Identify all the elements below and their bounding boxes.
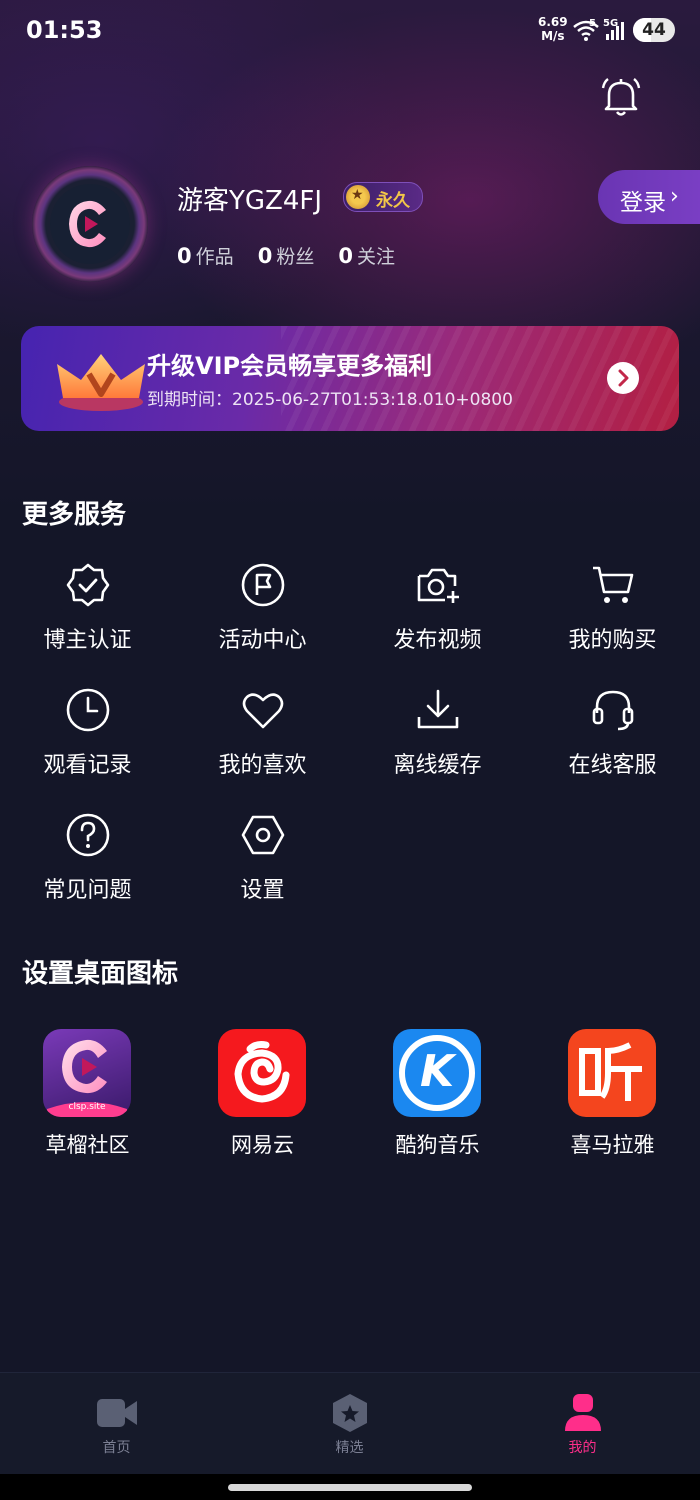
vip-expiry: 到期时间：2025-06-27T01:53:18.010+0800 xyxy=(147,390,513,410)
service-watch-history[interactable]: 观看记录 xyxy=(0,687,175,797)
service-label: 离线缓存 xyxy=(393,753,482,778)
tab-label: 首页 xyxy=(102,1440,131,1456)
login-label: 登录 xyxy=(620,190,666,216)
app-label: 喜马拉雅 xyxy=(570,1133,655,1157)
home-indicator[interactable] xyxy=(228,1484,472,1491)
app-option-ximalaya[interactable]: 喜马拉雅 xyxy=(525,1029,700,1169)
service-label: 设置 xyxy=(240,878,285,903)
app-option-netease[interactable]: 网易云 xyxy=(175,1029,350,1169)
tab-featured[interactable]: 精选 xyxy=(233,1373,466,1475)
follow-count: 0 xyxy=(338,244,353,268)
download-icon xyxy=(417,689,459,729)
person-icon xyxy=(565,1394,601,1431)
tab-label: 我的 xyxy=(568,1440,597,1456)
fans-stat[interactable]: 0 粉丝 xyxy=(257,244,315,268)
app-label: 网易云 xyxy=(231,1133,294,1157)
service-label: 我的购买 xyxy=(568,628,657,653)
avatar-inner xyxy=(50,184,130,264)
services-title: 更多服务 xyxy=(22,500,127,530)
app-label: 酷狗音乐 xyxy=(395,1133,480,1157)
crown-icon xyxy=(57,354,145,411)
network-speed: 6.69 M/s xyxy=(538,15,568,43)
vip-upgrade-banner[interactable]: 升级VIP会员畅享更多福利 到期时间：2025-06-27T01:53:18.0… xyxy=(21,326,679,431)
chevron-right-icon xyxy=(618,369,629,387)
service-blogger-verify[interactable]: 博主认证 xyxy=(0,562,175,672)
service-faq[interactable]: 常见问题 xyxy=(0,812,175,922)
vip-badge: 永久 xyxy=(343,182,423,212)
desktop-icons-title: 设置桌面图标 xyxy=(22,959,179,989)
tab-mine[interactable]: 我的 xyxy=(466,1373,699,1475)
service-my-likes[interactable]: 我的喜欢 xyxy=(175,687,350,797)
status-bar: 01:53 6.69 M/s 5 5G 44 xyxy=(0,0,700,64)
caoliu-app-icon: clsp.site xyxy=(43,1029,131,1117)
netease-logo xyxy=(234,1041,290,1103)
vip-badge-label: 永久 xyxy=(376,191,410,211)
clock-icon xyxy=(66,688,110,732)
video-camera-icon xyxy=(97,1399,137,1427)
username: 游客YGZ4FJ xyxy=(177,186,323,216)
heart-icon xyxy=(242,693,284,729)
login-button[interactable]: 登录 › xyxy=(598,170,700,224)
follow-stat[interactable]: 0 关注 xyxy=(338,244,396,268)
question-icon xyxy=(66,813,110,857)
profile-stats: 0 作品 0 粉丝 0 关注 xyxy=(177,242,413,269)
battery-level: 44 xyxy=(642,20,666,40)
app-logo-icon xyxy=(69,200,106,248)
service-label: 观看记录 xyxy=(43,753,132,778)
service-offline-cache[interactable]: 离线缓存 xyxy=(350,687,525,797)
bottom-tab-bar: 首页 精选 我的 xyxy=(0,1372,700,1475)
vip-banner-title: 升级VIP会员畅享更多福利 xyxy=(147,352,433,380)
follow-label: 关注 xyxy=(357,246,396,268)
tab-home[interactable]: 首页 xyxy=(0,1373,233,1475)
star-hex-icon xyxy=(333,1394,367,1432)
app-option-caoliu[interactable]: clsp.site 草榴社区 xyxy=(0,1029,175,1169)
notification-bell-icon[interactable] xyxy=(598,74,644,120)
kugou-letter: K xyxy=(419,1046,455,1097)
battery-indicator: 44 xyxy=(633,18,675,42)
works-count: 0 xyxy=(177,244,192,268)
avatar[interactable] xyxy=(32,166,148,282)
app-option-kugou[interactable]: K 酷狗音乐 xyxy=(350,1029,525,1169)
status-time: 01:53 xyxy=(26,16,103,44)
network-speed-value: 6.69 xyxy=(538,15,568,29)
service-label: 发布视频 xyxy=(393,628,482,653)
service-label: 活动中心 xyxy=(218,628,307,653)
sim1-tag: 5 xyxy=(589,18,596,29)
ximalaya-icon xyxy=(568,1029,656,1117)
settings-hex-icon xyxy=(241,815,285,855)
netease-music-icon xyxy=(218,1029,306,1117)
headset-icon xyxy=(592,690,634,731)
medal-icon xyxy=(346,185,370,209)
service-label: 博主认证 xyxy=(43,628,132,653)
fans-label: 粉丝 xyxy=(276,246,315,268)
vip-banner-arrow[interactable] xyxy=(607,362,639,394)
kugou-icon: K xyxy=(393,1029,481,1117)
service-label: 我的喜欢 xyxy=(218,753,307,778)
works-stat[interactable]: 0 作品 xyxy=(177,244,234,268)
network-speed-unit: M/s xyxy=(541,29,565,43)
chevron-right-icon: › xyxy=(670,184,679,209)
service-label: 常见问题 xyxy=(43,878,132,903)
service-online-support[interactable]: 在线客服 xyxy=(525,687,700,797)
verified-badge-icon xyxy=(66,563,110,607)
service-settings[interactable]: 设置 xyxy=(175,812,350,922)
app-icon-caption: clsp.site xyxy=(68,1102,106,1112)
service-activity-center[interactable]: 活动中心 xyxy=(175,562,350,672)
cell-signal-icon xyxy=(606,22,624,40)
service-label: 在线客服 xyxy=(568,753,657,778)
flag-icon xyxy=(241,563,285,607)
app-label: 草榴社区 xyxy=(45,1133,130,1157)
service-publish-video[interactable]: 发布视频 xyxy=(350,562,525,672)
camera-plus-icon xyxy=(417,568,459,603)
cart-icon xyxy=(593,566,634,603)
fans-count: 0 xyxy=(257,244,273,268)
ximalaya-logo xyxy=(579,1042,642,1101)
service-my-purchases[interactable]: 我的购买 xyxy=(525,562,700,672)
system-nav-bar xyxy=(0,1474,700,1500)
tab-label: 精选 xyxy=(335,1440,364,1456)
works-label: 作品 xyxy=(195,246,234,268)
